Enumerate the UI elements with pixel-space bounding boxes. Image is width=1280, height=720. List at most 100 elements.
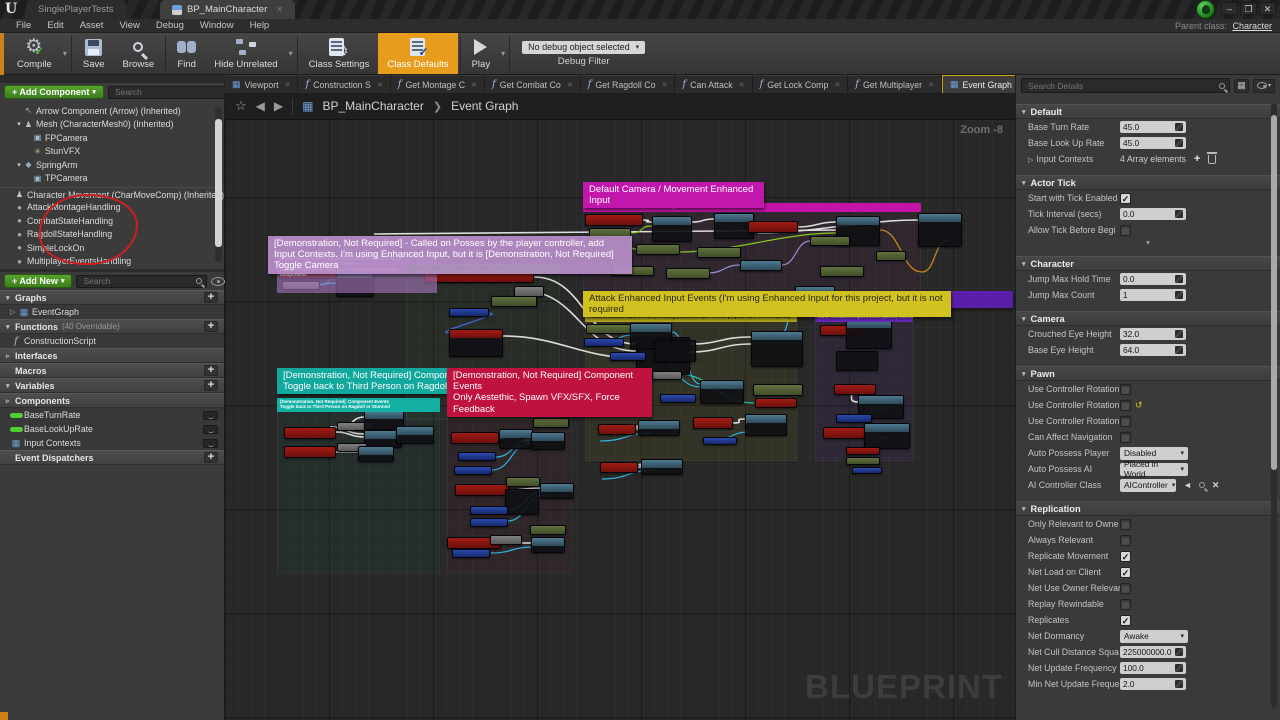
checkbox[interactable]: [1120, 519, 1131, 530]
play-button[interactable]: Play: [463, 33, 499, 74]
expand-arrow-icon[interactable]: ▾: [15, 120, 23, 128]
section-variables[interactable]: ▾Variables+: [0, 378, 224, 393]
section-functions[interactable]: ▾Functions(40 Overridable)+: [0, 319, 224, 334]
add-icon[interactable]: +: [204, 365, 218, 376]
checkbox[interactable]: [1120, 400, 1131, 411]
tree-item-simplelockon[interactable]: ●SimpleLockOn: [0, 241, 224, 255]
number-field[interactable]: 45.0: [1120, 137, 1186, 149]
checkbox[interactable]: ✓: [1120, 193, 1131, 204]
item-baseturnrate[interactable]: BaseTurnRate: [0, 408, 224, 422]
checkbox[interactable]: [1120, 583, 1131, 594]
section-event-dispatchers[interactable]: Event Dispatchers+: [0, 450, 224, 465]
number-field[interactable]: 225000000.0: [1120, 646, 1186, 658]
section-header[interactable]: ▾Pawn: [1016, 366, 1280, 381]
components-search[interactable]: [108, 86, 239, 99]
close-icon[interactable]: ✕: [739, 81, 745, 89]
tab-event-graph[interactable]: ▦Event Graph✕: [942, 75, 1015, 93]
tree-item-arrow[interactable]: ↖Arrow Component (Arrow) (Inherited): [0, 104, 224, 118]
drag-adjust-icon[interactable]: [1175, 291, 1183, 299]
checkbox[interactable]: ✓: [1120, 615, 1131, 626]
add-component-button[interactable]: + Add Component▾: [4, 85, 104, 99]
app-tab-bp-maincharacter[interactable]: BP_MainCharacter ✕: [160, 0, 295, 19]
drag-adjust-icon[interactable]: [1175, 123, 1183, 131]
add-element-icon[interactable]: +: [1194, 153, 1200, 165]
checkbox[interactable]: ✓: [1120, 567, 1131, 578]
chevron-down-icon[interactable]: ▾: [499, 49, 507, 58]
close-icon[interactable]: ✕: [834, 81, 840, 89]
chevron-down-icon[interactable]: ▾: [287, 49, 295, 58]
checkbox[interactable]: ✓: [1120, 551, 1131, 562]
eye-filter-icon[interactable]: [211, 277, 225, 286]
close-icon[interactable]: ✕: [276, 5, 283, 14]
section-header[interactable]: ▾Character: [1016, 256, 1280, 271]
item-baselookuprate[interactable]: BaseLookUpRate: [0, 422, 224, 436]
minimize-button[interactable]: –: [1221, 2, 1238, 15]
add-icon[interactable]: +: [204, 292, 218, 303]
number-field[interactable]: 100.0: [1120, 662, 1186, 674]
browse-icon[interactable]: [1199, 482, 1205, 488]
section-interfaces[interactable]: ▹Interfaces: [0, 348, 224, 363]
dropdown[interactable]: Placed in World▾: [1120, 463, 1188, 476]
drag-adjust-icon[interactable]: [1175, 346, 1183, 354]
section-macros[interactable]: Macros+: [0, 363, 224, 378]
menu-item-file[interactable]: File: [8, 20, 39, 31]
tab-get-montage-c[interactable]: fGet Montage C✕: [391, 75, 484, 93]
tree-item-ragdollstatehandling[interactable]: ●RagdollStateHandling: [0, 228, 224, 242]
variable-widget[interactable]: [203, 425, 218, 434]
section-graphs[interactable]: ▾Graphs+: [0, 290, 224, 305]
tree-item-springarm[interactable]: ▾◆SpringArm: [0, 158, 224, 172]
breadcrumb-root[interactable]: BP_MainCharacter: [322, 99, 423, 113]
tree-item-mesh[interactable]: ▾♟Mesh (CharacterMesh0) (Inherited): [0, 118, 224, 132]
checkbox[interactable]: [1120, 535, 1131, 546]
number-field[interactable]: 2.0: [1120, 678, 1186, 690]
number-field[interactable]: 0.0: [1120, 208, 1186, 220]
checkbox[interactable]: [1120, 384, 1131, 395]
drag-adjust-icon[interactable]: [1175, 664, 1183, 672]
number-field[interactable]: 1: [1120, 289, 1186, 301]
checkbox[interactable]: [1120, 416, 1131, 427]
drag-adjust-icon[interactable]: [1175, 210, 1183, 218]
components-search-input[interactable]: [113, 86, 228, 98]
menu-item-asset[interactable]: Asset: [72, 20, 112, 31]
forward-arrow-icon[interactable]: ▶: [274, 99, 283, 113]
save-button[interactable]: Save: [74, 33, 114, 74]
tab-get-lock-comp[interactable]: fGet Lock Comp✕: [753, 75, 848, 93]
close-icon[interactable]: ✕: [928, 81, 934, 89]
section-header[interactable]: ▾Camera: [1016, 311, 1280, 326]
drag-adjust-icon[interactable]: [1175, 139, 1183, 147]
tree-item-attackmontagehandling[interactable]: ●AttackMontageHandling: [0, 201, 224, 215]
use-selected-icon[interactable]: ◄: [1183, 480, 1192, 490]
number-field[interactable]: 32.0: [1120, 328, 1186, 340]
compile-button[interactable]: ⚙✓Compile: [8, 33, 61, 74]
menu-item-window[interactable]: Window: [192, 20, 242, 31]
expand-arrow-icon[interactable]: ▾: [15, 161, 23, 169]
tree-item-combatstatehandling[interactable]: ●CombatStateHandling: [0, 214, 224, 228]
drag-adjust-icon[interactable]: [1175, 330, 1183, 338]
class-settings-button[interactable]: ⚙Class Settings: [300, 33, 379, 74]
add-icon[interactable]: +: [204, 452, 218, 463]
favorite-star-icon[interactable]: ☆: [235, 98, 247, 114]
display-filter-eye-icon[interactable]: ▾: [1253, 79, 1275, 93]
checkbox[interactable]: [1120, 599, 1131, 610]
tab-get-combat-co[interactable]: fGet Combat Co✕: [485, 75, 580, 93]
find-button[interactable]: Find: [168, 33, 205, 74]
tree-item-character[interactable]: ♟Character Movement (CharMoveComp) (Inhe…: [0, 187, 224, 201]
menu-item-debug[interactable]: Debug: [148, 20, 192, 31]
section-expander[interactable]: ▼: [1016, 238, 1280, 248]
item-constructionscript[interactable]: fConstructionScript: [0, 334, 224, 348]
class-dropdown[interactable]: AIController▾: [1120, 479, 1176, 492]
number-field[interactable]: 64.0: [1120, 344, 1186, 356]
tab-get-ragdoll-co[interactable]: fGet Ragdoll Co✕: [581, 75, 675, 93]
add-icon[interactable]: +: [204, 380, 218, 391]
add-icon[interactable]: +: [204, 321, 218, 332]
checkbox[interactable]: [1120, 225, 1131, 236]
menu-item-view[interactable]: View: [111, 20, 147, 31]
dropdown[interactable]: Disabled▾: [1120, 447, 1188, 460]
tab-viewport[interactable]: ▦Viewport✕: [225, 75, 297, 93]
expand-arrow-icon[interactable]: ▷: [10, 308, 18, 316]
my-blueprint-search[interactable]: [76, 275, 207, 288]
close-icon[interactable]: ✕: [285, 81, 291, 89]
maximize-button[interactable]: ❐: [1240, 2, 1257, 15]
tab-construction-s[interactable]: fConstruction S✕: [298, 75, 389, 93]
section-header[interactable]: ▾Default: [1016, 104, 1280, 119]
